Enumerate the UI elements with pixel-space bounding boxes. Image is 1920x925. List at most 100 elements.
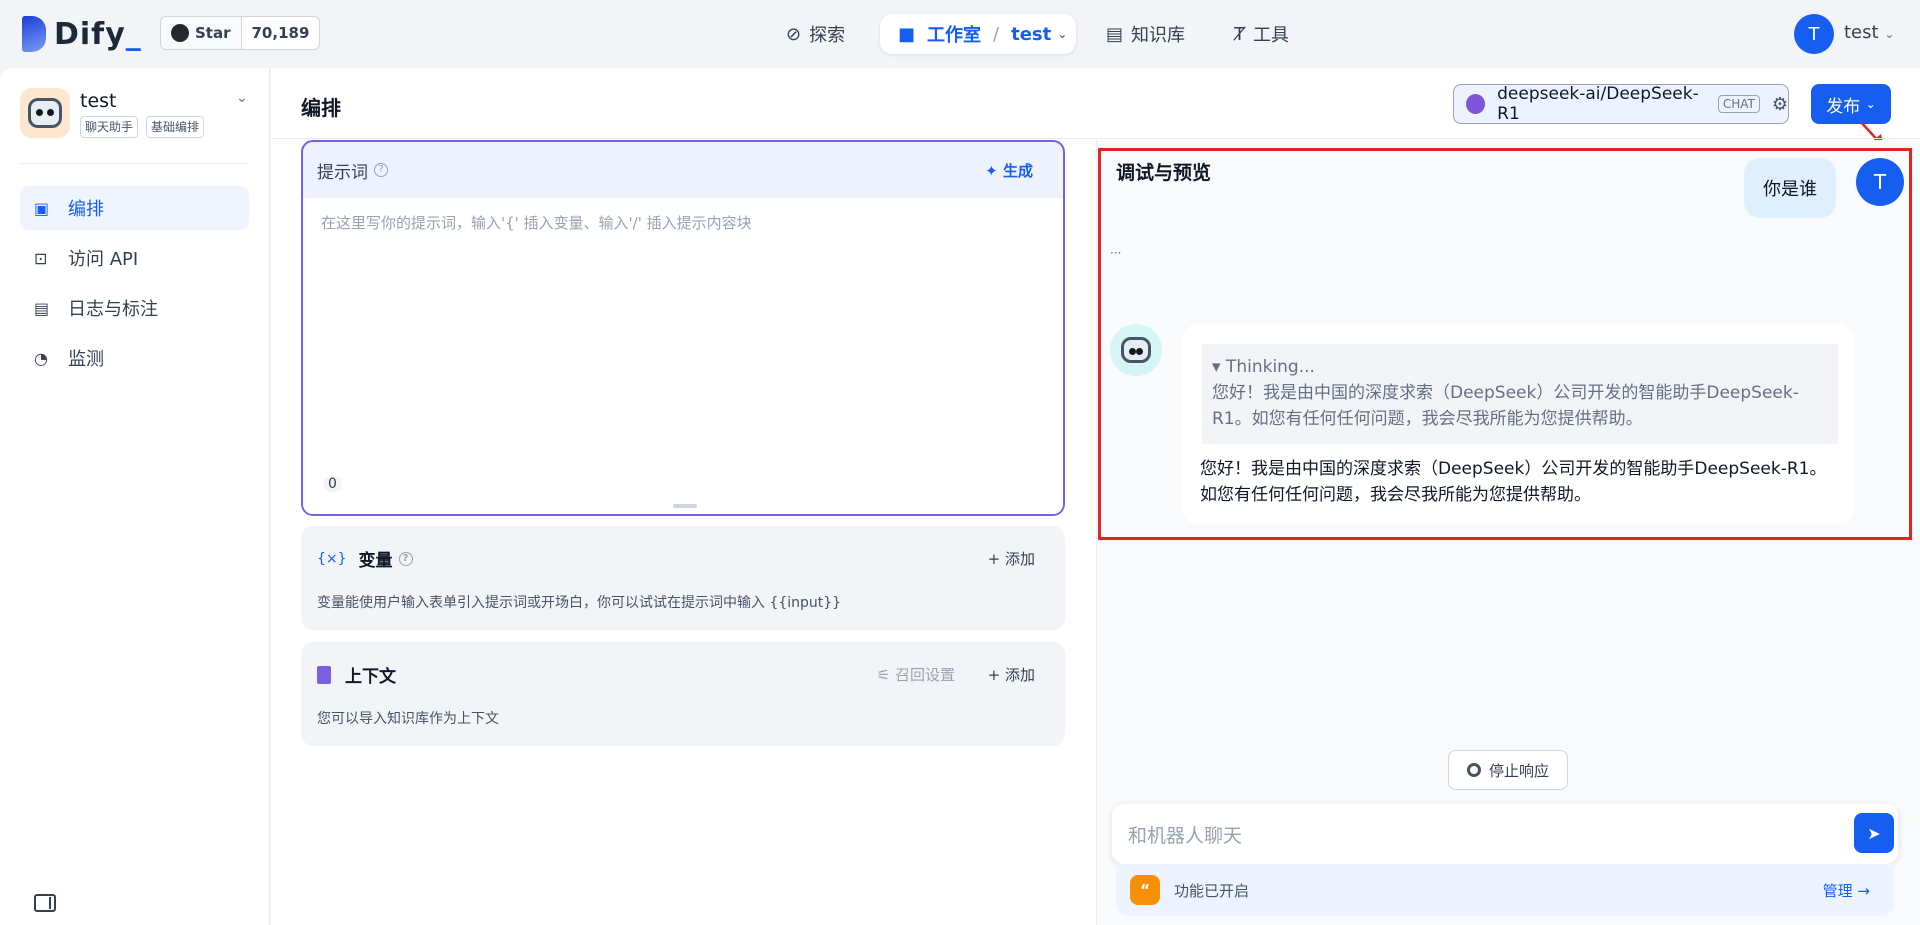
nav-explore[interactable]: ⊘ 探索	[786, 14, 845, 54]
brand-suffix: _	[125, 16, 142, 52]
stop-icon	[1466, 763, 1481, 777]
help-icon[interactable]: ?	[398, 551, 413, 566]
chevron-down-icon: ⌄	[1057, 27, 1068, 41]
sidebar: test ⌄ 聊天助手 基础编排 ▣ 编排 ⊡ 访问 API ▤ 日志与标注 ◔ 监测	[0, 68, 270, 925]
github-star-label: Star	[195, 24, 231, 42]
add-variable-button[interactable]: + 添加	[988, 548, 1035, 569]
terminal-icon: ⊡	[34, 248, 48, 268]
answer-text: 您好！我是由中国的深度求索（DeepSeek）公司开发的智能助手DeepSeek…	[1200, 459, 1827, 505]
send-button[interactable]: ➤	[1854, 813, 1894, 853]
sidebar-item-logs[interactable]: ▤ 日志与标注	[20, 286, 249, 330]
compass-icon: ⊘	[786, 23, 802, 45]
user-avatar: T	[1856, 158, 1904, 206]
sidebar-item-label: 日志与标注	[68, 299, 158, 320]
settings-sliders-icon[interactable]: ⚙	[1772, 94, 1788, 115]
nav-explore-label: 探索	[809, 25, 846, 46]
divider	[20, 163, 248, 164]
github-star-button[interactable]: Star 70,189	[160, 16, 321, 50]
prompt-char-count: 0	[323, 476, 342, 492]
help-icon[interactable]: ?	[374, 163, 388, 177]
sidebar-item-api[interactable]: ⊡ 访问 API	[20, 236, 249, 280]
app-tag: 基础编排	[146, 116, 205, 138]
model-name: deepseek-ai/DeepSeek-R1	[1497, 84, 1699, 124]
stop-response-button[interactable]: 停止响应	[1448, 750, 1568, 790]
book-icon: ▤	[1106, 23, 1124, 45]
robot-avatar-icon	[1121, 337, 1151, 363]
sidebar-item-monitor[interactable]: ◔ 监测	[20, 336, 249, 380]
send-icon: ➤	[1867, 823, 1881, 843]
nav-separator: /	[993, 23, 1000, 45]
context-description: 您可以导入知识库作为上下文	[317, 711, 499, 727]
user-menu[interactable]: test ⌄	[1844, 22, 1894, 43]
features-status: 功能已开启	[1174, 881, 1250, 900]
sidebar-item-label: 监测	[68, 349, 104, 370]
nav-knowledge[interactable]: ▤ 知识库	[1106, 14, 1185, 54]
nav-tools-label: 工具	[1253, 25, 1289, 46]
variables-description: 变量能使用户输入表单引入提示词或开场白，你可以试试在提示词中输入 {{input…	[317, 595, 842, 611]
chat-input[interactable]: 和机器人聊天	[1112, 804, 1898, 864]
model-selector[interactable]: deepseek-ai/DeepSeek-R1 CHAT ⚙	[1453, 84, 1789, 124]
github-icon	[171, 24, 189, 42]
header-divider	[271, 138, 1920, 139]
dify-logo-mark	[22, 16, 46, 52]
robot-avatar-icon	[28, 98, 62, 128]
sidebar-item-label: 编排	[68, 199, 104, 220]
page-title: 编排	[301, 96, 341, 120]
robot-icon: ■	[898, 23, 916, 45]
nav-studio[interactable]: ■ 工作室 / test ⌄	[880, 14, 1076, 54]
brand-name: Dify	[54, 16, 126, 52]
context-card: 上下文 ⚟ 召回设置 + 添加 您可以导入知识库作为上下文	[301, 642, 1065, 746]
quote-icon: “	[1130, 875, 1160, 905]
layout-icon: ▣	[34, 198, 50, 218]
chat-input-placeholder: 和机器人聊天	[1128, 824, 1243, 847]
top-bar: Dify_ Star 70,189 ⊘ 探索 ■ 工作室 / test ⌄ ▤ 知识…	[0, 0, 1920, 68]
add-context-button[interactable]: + 添加	[988, 664, 1035, 685]
app-icon	[20, 88, 70, 138]
user-avatar[interactable]: T	[1794, 14, 1834, 54]
chevron-down-icon: ⌄	[1884, 27, 1895, 41]
bot-answer: ▾ Thinking... 您好！我是由中国的深度求索（DeepSeek）公司开…	[1182, 324, 1854, 524]
chevron-down-icon[interactable]: ⌄	[236, 90, 248, 106]
features-bar: “ 功能已开启 管理 →	[1116, 864, 1894, 916]
debug-title: 调试与预览	[1116, 162, 1212, 184]
thinking-toggle[interactable]: ▾ Thinking...	[1212, 354, 1828, 380]
app-tag: 聊天助手	[80, 116, 139, 138]
chevron-down-icon: ⌄	[1865, 97, 1876, 111]
sidebar-item-orchestrate[interactable]: ▣ 编排	[20, 186, 249, 230]
ellipsis-icon: ···	[1110, 246, 1122, 260]
collapse-sidebar-icon[interactable]	[34, 894, 56, 912]
variables-card: {×} 变量 ? + 添加 变量能使用户输入表单引入提示词或开场白，你可以试试在…	[301, 526, 1065, 630]
thinking-text: 您好！我是由中国的深度求索（DeepSeek）公司开发的智能助手DeepSeek…	[1212, 383, 1799, 429]
dify-logo[interactable]: Dify_	[22, 16, 142, 52]
nav-studio-label: 工作室	[927, 25, 982, 46]
nav-app-selector[interactable]: test	[1011, 24, 1051, 45]
user-name: test	[1844, 22, 1879, 43]
app-name[interactable]: test	[80, 90, 117, 112]
github-star-count: 70,189	[251, 24, 310, 42]
recall-settings-button[interactable]: ⚟ 召回设置	[877, 664, 955, 685]
nav-knowledge-label: 知识库	[1131, 25, 1186, 46]
publish-button[interactable]: 发布 ⌄	[1811, 84, 1891, 124]
resize-handle[interactable]	[673, 504, 697, 508]
prompt-title: 提示词	[317, 162, 368, 183]
thinking-block[interactable]: ▾ Thinking... 您好！我是由中国的深度求索（DeepSeek）公司开…	[1202, 344, 1838, 444]
sidebar-item-label: 访问 API	[68, 249, 139, 270]
sparkle-icon: ✦	[985, 162, 998, 180]
prompt-input[interactable]: 在这里写你的提示词，输入'{' 插入变量、输入'/' 插入提示内容块	[303, 198, 1063, 514]
prompt-editor-card: 提示词 ? ✦ 生成 在这里写你的提示词，输入'{' 插入变量、输入'/' 插入…	[301, 140, 1065, 516]
model-mode-badge: CHAT	[1717, 95, 1760, 113]
variable-icon: {×}	[317, 550, 347, 567]
user-message: 你是谁	[1744, 158, 1836, 218]
context-title: 上下文	[345, 667, 396, 687]
nav-tools[interactable]: Ⱦ 工具	[1234, 14, 1289, 54]
generate-button[interactable]: ✦ 生成	[985, 160, 1033, 181]
settings-sliders-icon: ⚟	[876, 666, 891, 684]
deepseek-icon	[1466, 94, 1486, 114]
file-list-icon: ▤	[34, 298, 50, 318]
document-icon	[317, 665, 331, 684]
dashboard-icon: ◔	[34, 348, 48, 368]
hammer-icon: Ⱦ	[1234, 23, 1245, 45]
prompt-placeholder: 在这里写你的提示词，输入'{' 插入变量、输入'/' 插入提示内容块	[321, 214, 752, 232]
manage-features-link[interactable]: 管理 →	[1823, 880, 1870, 901]
bot-avatar	[1110, 324, 1162, 376]
